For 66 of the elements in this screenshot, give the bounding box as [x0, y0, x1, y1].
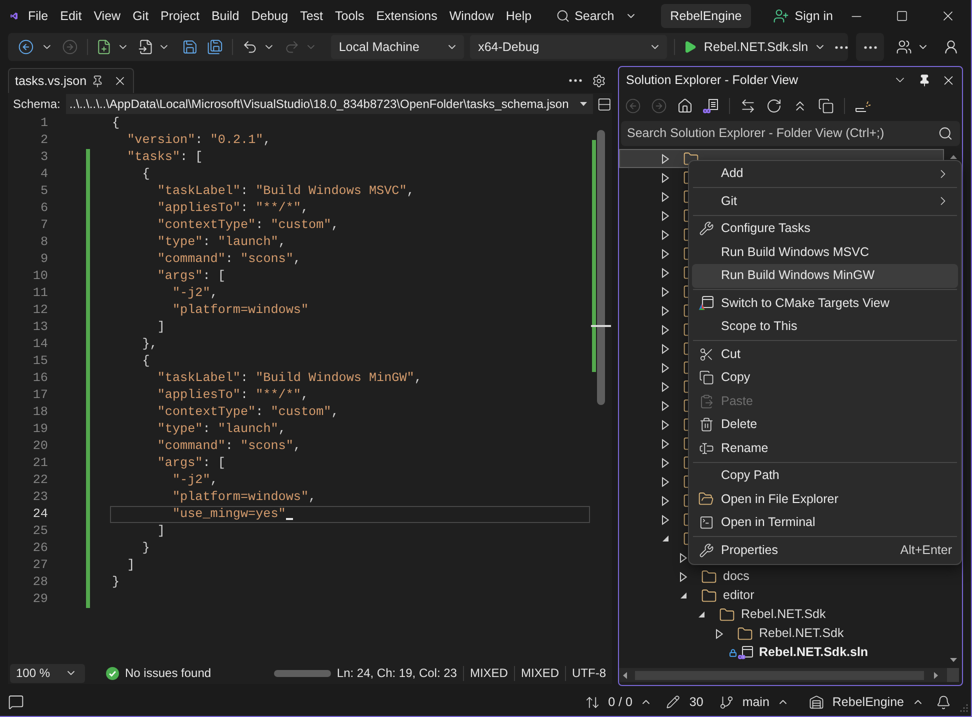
- code-line: "command": "scons",: [156, 438, 302, 455]
- line-number: 8: [39, 234, 48, 251]
- line-number: 19: [32, 421, 48, 438]
- shortcut-label: Alt+Enter: [900, 542, 952, 559]
- line-number: 22: [32, 472, 48, 489]
- line-number: 23: [32, 489, 48, 506]
- code-line: "args": [: [156, 268, 226, 285]
- line-number: 5: [39, 183, 48, 200]
- code-line: "platform=windows",: [171, 489, 318, 506]
- tree-label: docs: [723, 568, 750, 586]
- line-number: 27: [32, 557, 48, 574]
- code-line: ]: [156, 523, 166, 540]
- code-line: "command": "scons",: [156, 251, 302, 268]
- code-line: "args": [: [156, 455, 226, 472]
- line-number: 4: [39, 166, 48, 183]
- tree-label: editor: [723, 587, 754, 604]
- line-number: 28: [32, 574, 48, 591]
- line-number: 3: [39, 149, 48, 166]
- tree-label: Rebel.NET.Sdk: [759, 625, 844, 642]
- code-line: "-j2",: [171, 472, 219, 489]
- line-number: 10: [32, 268, 48, 285]
- code-line: {: [141, 166, 151, 183]
- tree-label: Rebel.NET.Sdk: [741, 606, 826, 624]
- code-line: {: [141, 353, 151, 370]
- line-number: 20: [32, 438, 48, 455]
- line-number: 26: [32, 540, 48, 557]
- issues-status: No issues found: [125, 665, 212, 682]
- code-line: ]: [156, 319, 166, 336]
- code-line: },: [141, 336, 158, 353]
- line-number: 6: [39, 200, 48, 217]
- line-number: 15: [32, 353, 48, 370]
- code-line: "version": "0.2.1",: [126, 132, 272, 149]
- line-number: 16: [32, 370, 48, 387]
- code-line: "contextType": "custom",: [156, 217, 340, 234]
- code-line: }: [141, 540, 151, 557]
- line-number: 2: [39, 132, 48, 149]
- schema-label: Schema:: [13, 96, 60, 113]
- code-line: "-j2",: [171, 285, 219, 302]
- code-line: "taskLabel": "Build Windows MSVC",: [156, 183, 416, 200]
- line-number: 14: [32, 336, 48, 353]
- code-line: "contextType": "custom",: [156, 404, 340, 421]
- code-line: "type": "launch",: [156, 234, 287, 251]
- line-number: 29: [32, 591, 48, 608]
- line-number: 12: [32, 302, 48, 319]
- line-number: 13: [32, 319, 48, 336]
- code-line: }: [111, 574, 121, 591]
- code-line: "tasks": [: [126, 149, 204, 166]
- line-number: 17: [32, 387, 48, 404]
- code-line: "appliesTo": "**/*",: [156, 200, 310, 217]
- line-number: 9: [39, 251, 48, 268]
- line-number: 11: [32, 285, 48, 302]
- code-line: "taskLabel": "Build Windows MinGW",: [156, 370, 423, 387]
- panel-title: Solution Explorer - Folder View: [626, 72, 798, 89]
- line-number: 7: [39, 217, 48, 234]
- code-line: "use_mingw=yes": [110, 506, 590, 523]
- line-number: 21: [32, 455, 48, 472]
- tree-label: Rebel.NET.Sdk.sln: [759, 644, 868, 662]
- line-number: 24: [32, 506, 48, 523]
- line-number: 18: [32, 404, 48, 421]
- code-line: "type": "launch",: [156, 421, 287, 438]
- line-number: 1: [39, 115, 48, 132]
- line-number: 25: [32, 523, 48, 540]
- code-line: "platform=windows": [171, 302, 310, 319]
- code-line: "appliesTo": "**/*",: [156, 387, 310, 404]
- code-line: ]: [126, 557, 136, 574]
- code-line: {: [111, 115, 121, 132]
